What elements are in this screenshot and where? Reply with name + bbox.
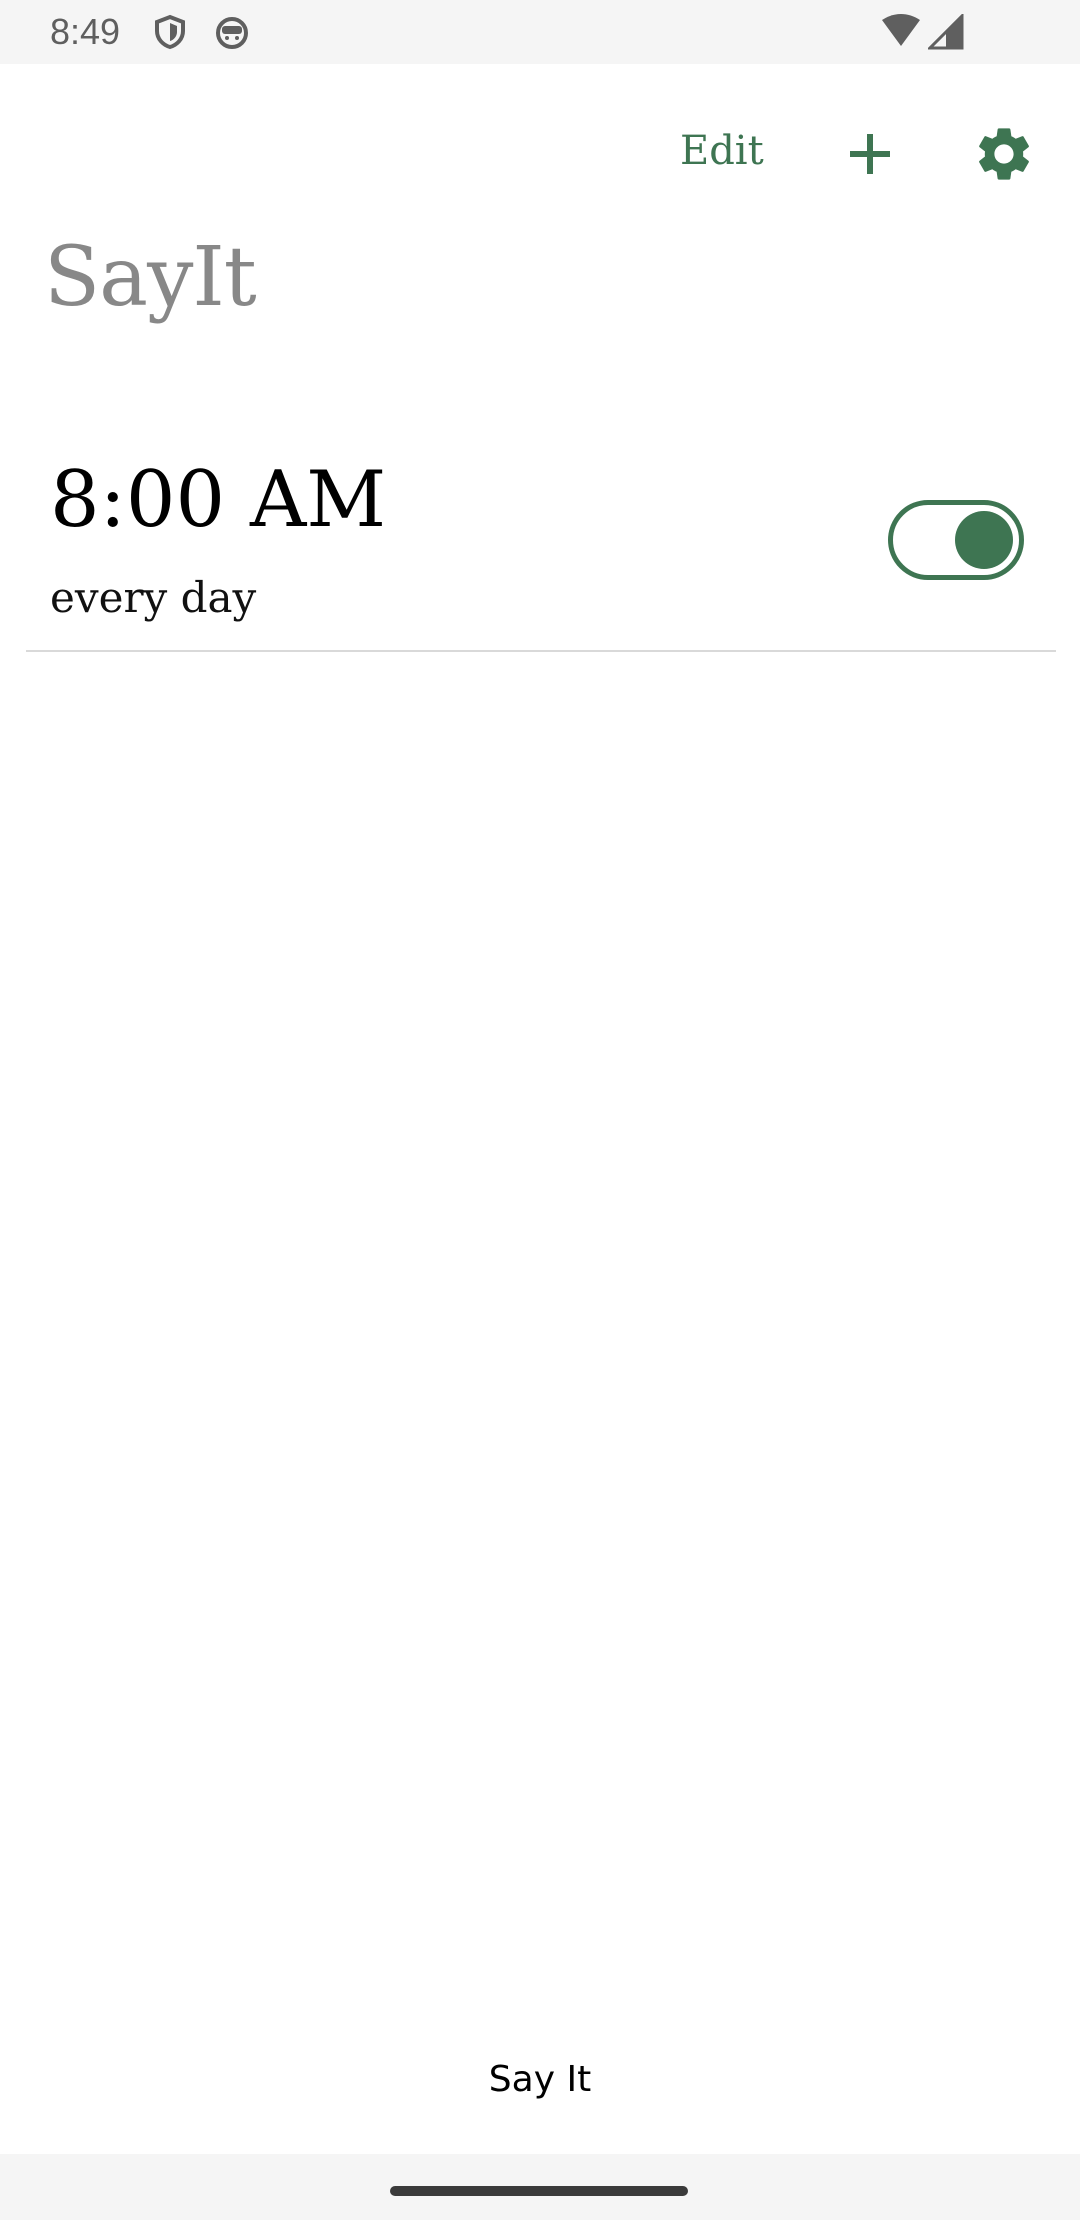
edit-button[interactable]: Edit <box>680 123 764 179</box>
home-handle[interactable] <box>390 2186 688 2196</box>
alarm-time: 8:00 AM <box>50 455 387 545</box>
wifi-icon <box>880 14 922 50</box>
cellular-signal-icon <box>926 12 964 50</box>
alarm-repeat: every day <box>50 573 257 622</box>
toggle-knob <box>955 511 1013 569</box>
shield-icon <box>152 14 188 50</box>
status-time: 8:49 <box>50 11 121 52</box>
alarm-row[interactable]: 8:00 AM every day <box>26 420 1056 652</box>
status-bar: 8:49 <box>0 0 1080 64</box>
app-title: SayIt <box>44 230 257 325</box>
plus-icon <box>838 134 902 190</box>
add-alarm-button[interactable] <box>838 122 902 186</box>
gear-icon <box>972 128 1036 190</box>
settings-button[interactable] <box>972 122 1036 186</box>
face-icon <box>214 14 250 50</box>
navigation-bar <box>0 2154 1080 2220</box>
say-it-button[interactable]: Say It <box>0 2050 1080 2110</box>
alarm-toggle[interactable] <box>888 500 1024 580</box>
